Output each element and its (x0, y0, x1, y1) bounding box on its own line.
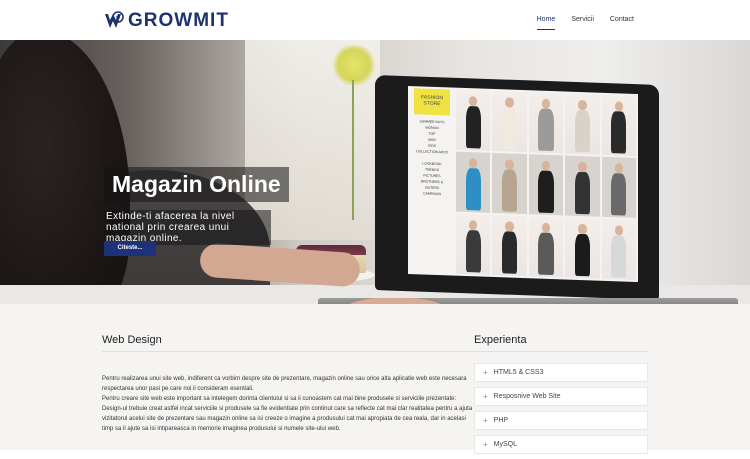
hero-flower (330, 45, 378, 85)
web-design-title: Web Design (102, 334, 162, 352)
site-header: GROWMIT Home Servicii Contact (0, 0, 750, 40)
web-design-title-text: Web Design (102, 334, 162, 346)
model-photo (456, 151, 491, 213)
paragraph: Pentru creare site web este important sa… (102, 396, 457, 402)
accordion-item-php[interactable]: + PHP (474, 411, 648, 430)
web-design-text: Pentru realizarea unui site web, indifer… (102, 374, 474, 434)
accordion-item-label: MySQL (493, 441, 518, 448)
model-photo (601, 218, 636, 280)
nav-item-contact[interactable]: Contact (602, 0, 642, 40)
content-section: Web Design Pentru realizarea unui site w… (0, 304, 750, 454)
paragraph: Pentru realizarea unui site web, indifer… (102, 376, 467, 392)
hero-flower-stem (352, 80, 354, 220)
hero-title-box: Magazin Online (104, 167, 289, 202)
fashion-store-label: FASHION STORE (414, 88, 450, 116)
accordion-item-label: PHP (493, 417, 509, 424)
nav-item-home[interactable]: Home (529, 0, 564, 40)
laptop-display: FASHION STORE SUMMER DAYS WOMAN TOP MAN … (408, 85, 638, 283)
plus-icon: + (483, 367, 488, 377)
accordion-item-mysql[interactable]: + MySQL (474, 435, 648, 454)
read-more-button[interactable]: Citeste... (104, 241, 156, 256)
hero-title: Magazin Online (112, 171, 281, 197)
menu-item: CAMPAIGN (423, 191, 441, 197)
hero-banner: FASHION STORE SUMMER DAYS WOMAN TOP MAN … (0, 40, 750, 304)
plus-icon: + (483, 439, 488, 449)
plus-icon: + (483, 415, 488, 425)
nav-item-servicii[interactable]: Servicii (563, 0, 602, 40)
experience-accordion: + HTML5 & CSS3 + Resposnive Web Site + P… (474, 363, 648, 459)
experience-title: Experienta (474, 334, 527, 352)
plus-icon: + (483, 391, 488, 401)
main-nav: Home Servicii Contact (529, 0, 642, 40)
experience-title-text: Experienta (474, 334, 527, 346)
accordion-item-label: Resposnive Web Site (493, 393, 561, 400)
hero-subtitle: Extinde-ti afacerea la nivel national pr… (104, 210, 271, 245)
model-photo (528, 154, 564, 216)
fashion-store-menu: SUMMER DAYS WOMAN TOP MAN KIDS COLLECTIO… (412, 118, 452, 197)
model-photo (528, 92, 564, 154)
logo[interactable]: GROWMIT (104, 10, 229, 32)
model-photo (601, 156, 636, 218)
model-photo (565, 155, 600, 217)
fashion-model-grid (456, 89, 636, 280)
accordion-item-responsive[interactable]: + Resposnive Web Site (474, 387, 648, 406)
growmit-logo-icon (105, 11, 124, 28)
accordion-item-label: HTML5 & CSS3 (493, 369, 544, 376)
accordion-item-html5-css3[interactable]: + HTML5 & CSS3 (474, 363, 648, 382)
model-photo (565, 93, 600, 155)
section-divider (474, 351, 648, 352)
model-photo (492, 152, 527, 215)
section-divider (102, 351, 474, 352)
paragraph: Design-ul trebuie creat astfel incat ser… (102, 406, 473, 432)
model-photo (601, 94, 636, 156)
model-photo (492, 214, 527, 277)
model-photo (492, 90, 527, 153)
model-photo (456, 89, 491, 151)
logo-text: GROWMIT (128, 10, 229, 31)
model-photo (456, 213, 491, 275)
model-photo (565, 217, 600, 279)
model-photo (528, 216, 564, 278)
